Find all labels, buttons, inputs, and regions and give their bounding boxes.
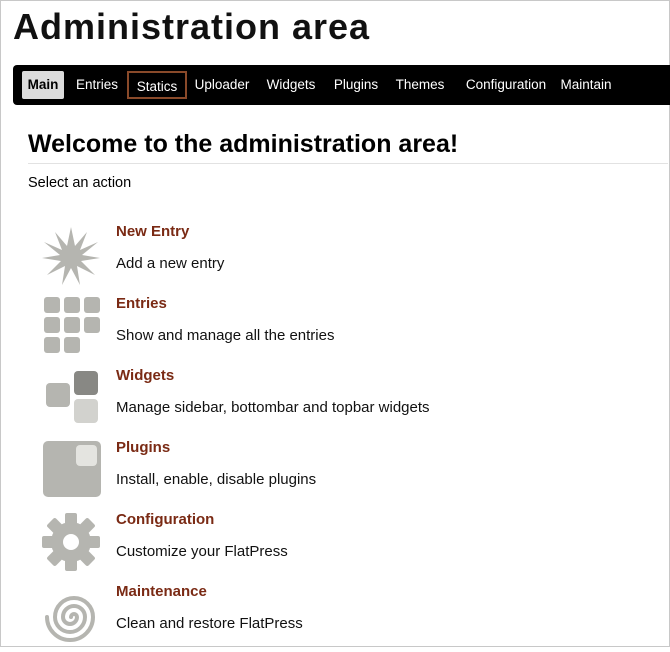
- plugins-link[interactable]: Plugins: [116, 439, 170, 456]
- heading-divider: [28, 163, 668, 164]
- action-widgets: Widgets Manage sidebar, bottombar and to…: [40, 367, 640, 431]
- nav-tab-plugins[interactable]: Plugins: [329, 71, 383, 99]
- nav-tab-uploader[interactable]: Uploader: [191, 71, 253, 99]
- widgets-icon[interactable]: [40, 369, 102, 431]
- star-burst-icon[interactable]: [40, 225, 102, 287]
- spiral-icon[interactable]: [40, 585, 102, 647]
- action-configuration: Configuration Customize your FlatPress: [40, 511, 640, 575]
- nav-tab-configuration[interactable]: Configuration: [457, 71, 555, 99]
- new-entry-description: Add a new entry: [116, 255, 225, 272]
- maintenance-link[interactable]: Maintenance: [116, 583, 207, 600]
- plugins-description: Install, enable, disable plugins: [116, 471, 317, 488]
- nav-tab-entries[interactable]: Entries: [71, 71, 123, 99]
- nav-tab-main[interactable]: Main: [22, 71, 64, 99]
- configuration-link[interactable]: Configuration: [116, 511, 214, 528]
- entries-link[interactable]: Entries: [116, 295, 167, 312]
- new-entry-link[interactable]: New Entry: [116, 223, 189, 240]
- widgets-description: Manage sidebar, bottombar and topbar wid…: [116, 399, 430, 416]
- page-title: Administration area: [13, 6, 371, 47]
- action-plugins: Plugins Install, enable, disable plugins: [40, 439, 640, 503]
- plugin-icon[interactable]: [40, 441, 102, 503]
- action-maintenance: Maintenance Clean and restore FlatPress: [40, 583, 640, 647]
- nav-tab-maintain[interactable]: Maintain: [556, 71, 616, 99]
- configuration-description: Customize your FlatPress: [116, 543, 288, 560]
- action-entries: Entries Show and manage all the entries: [40, 295, 640, 359]
- maintenance-description: Clean and restore FlatPress: [116, 615, 303, 632]
- nav-tab-statics[interactable]: Statics: [127, 71, 187, 99]
- widgets-link[interactable]: Widgets: [116, 367, 174, 384]
- grid-icon[interactable]: [40, 297, 102, 359]
- welcome-heading: Welcome to the administration area!: [28, 130, 459, 158]
- select-action-label: Select an action: [28, 175, 132, 191]
- admin-navbar: Main Entries Statics Uploader Widgets Pl…: [13, 65, 670, 105]
- nav-tab-themes[interactable]: Themes: [393, 71, 447, 99]
- entries-description: Show and manage all the entries: [116, 327, 335, 344]
- action-new-entry: New Entry Add a new entry: [40, 223, 640, 287]
- gear-icon[interactable]: [40, 513, 102, 575]
- nav-tab-widgets[interactable]: Widgets: [263, 71, 319, 99]
